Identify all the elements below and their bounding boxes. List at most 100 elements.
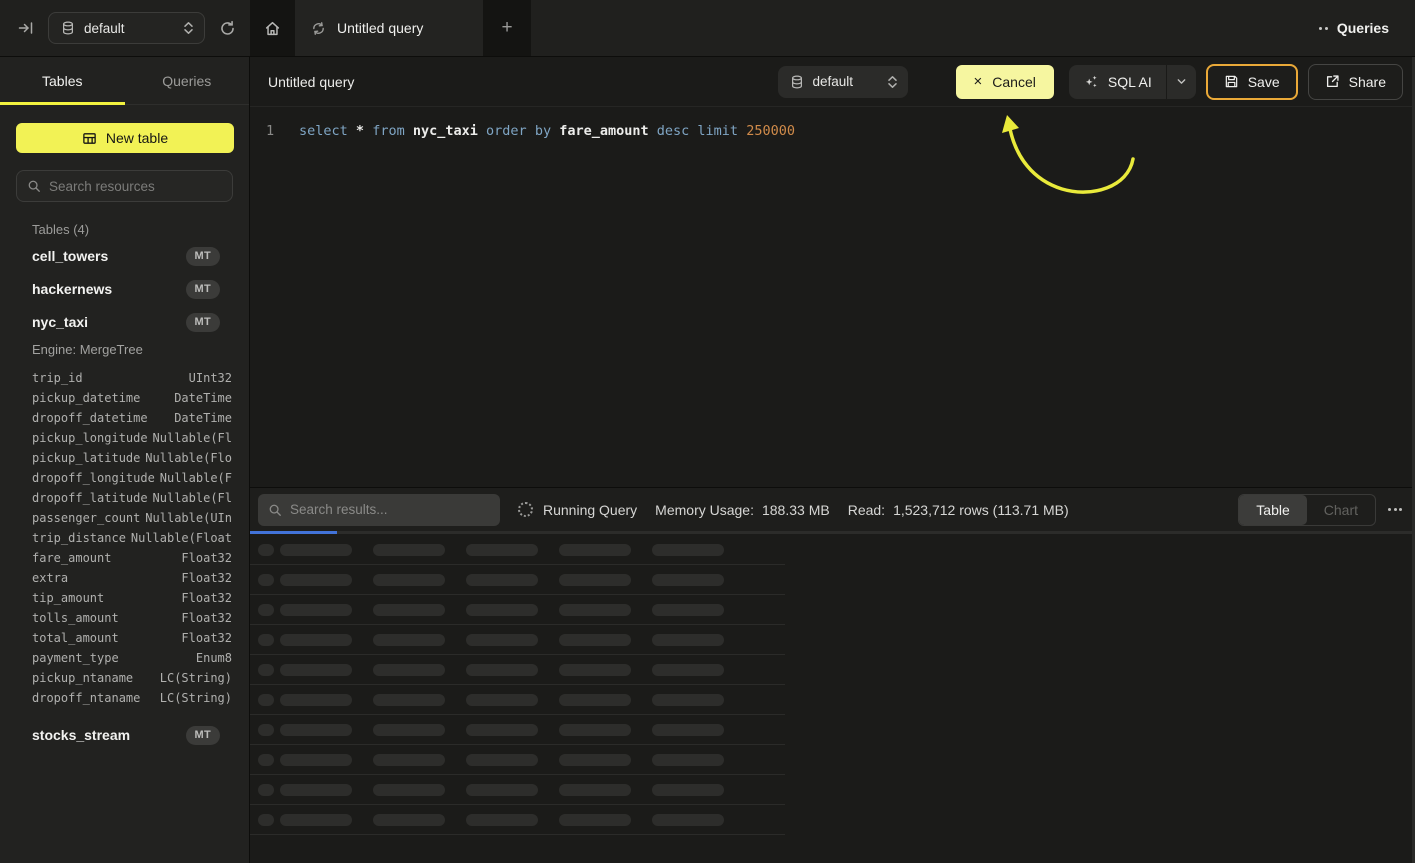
column-name: trip_distance (32, 531, 126, 545)
new-tab-button[interactable]: + (483, 0, 531, 56)
skeleton-cell (559, 814, 631, 826)
sql-token: by (535, 123, 551, 139)
topbar-database-selector[interactable]: default (48, 12, 205, 44)
column-row[interactable]: trip_distance Nullable(Float (32, 528, 232, 548)
skeleton-cell (652, 544, 724, 556)
skeleton-cell (280, 754, 352, 766)
query-database-selector[interactable]: default (778, 66, 908, 98)
memory-usage-label: Memory Usage: (655, 502, 754, 518)
column-row[interactable]: pickup_longitudeNullable(Fl (32, 428, 232, 448)
query-progress-track (250, 531, 1415, 534)
skeleton-cell (466, 574, 538, 586)
sidebar-table-cell-towers[interactable]: cell_towers MT (32, 242, 220, 270)
column-row[interactable]: trip_idUInt32 (32, 368, 232, 388)
engine-badge: MT (186, 247, 220, 266)
save-button[interactable]: Save (1206, 64, 1298, 100)
sidebar-table-stocks-stream[interactable]: stocks_stream MT (32, 721, 220, 749)
column-type: Float32 (181, 571, 232, 585)
sidebar-tab-tables[interactable]: Tables (0, 57, 125, 104)
skeleton-cell (466, 814, 538, 826)
view-toggle-table[interactable]: Table (1239, 495, 1306, 525)
column-name: passenger_count (32, 511, 140, 525)
sql-ai-main[interactable]: SQL AI (1069, 65, 1166, 99)
column-row[interactable]: fare_amountFloat32 (32, 548, 232, 568)
column-name: tip_amount (32, 591, 104, 605)
home-icon (264, 20, 281, 37)
sidebar-table-nyc-taxi[interactable]: nyc_taxi MT (32, 308, 220, 336)
column-row[interactable]: tip_amountFloat32 (32, 588, 232, 608)
skeleton-cell (466, 634, 538, 646)
column-row[interactable]: dropoff_latitudeNullable(Fl (32, 488, 232, 508)
column-row[interactable]: payment_typeEnum8 (32, 648, 232, 668)
sidebar-tab-label: Queries (162, 73, 211, 89)
sidebar-tab-queries[interactable]: Queries (125, 57, 250, 104)
skeleton-cell (652, 694, 724, 706)
column-row[interactable]: pickup_latitudeNullable(Flo (32, 448, 232, 468)
table-name: stocks_stream (32, 727, 130, 743)
save-icon (1224, 74, 1239, 89)
collapse-sidebar-icon (18, 20, 34, 36)
column-row[interactable]: dropoff_ntanameLC(String) (32, 688, 232, 708)
queries-button[interactable]: Queries (1319, 0, 1389, 56)
skeleton-cell (258, 664, 274, 676)
tab-home[interactable] (250, 0, 295, 56)
view-toggle-chart[interactable]: Chart (1307, 495, 1375, 525)
skeleton-cell (466, 604, 538, 616)
column-row[interactable]: pickup_ntanameLC(String) (32, 668, 232, 688)
column-name: dropoff_datetime (32, 411, 148, 425)
tables-section-label: Tables (4) (32, 222, 249, 237)
refresh-button[interactable] (219, 20, 236, 37)
table-name: cell_towers (32, 248, 108, 264)
new-table-button[interactable]: New table (16, 123, 234, 153)
more-options-button[interactable] (1388, 508, 1402, 511)
share-label: Share (1349, 74, 1386, 90)
search-results-input[interactable] (290, 502, 490, 517)
chevron-down-icon (1176, 76, 1187, 87)
tab-untitled-query[interactable]: Untitled query (295, 0, 483, 56)
database-icon (790, 75, 804, 89)
skeleton-cell (559, 604, 631, 616)
sql-editor-line: 1 select * from nyc_taxi order by fare_a… (250, 107, 1413, 141)
chevron-updown-icon (183, 21, 194, 35)
table-row (250, 595, 785, 625)
column-row[interactable]: extraFloat32 (32, 568, 232, 588)
sql-editor[interactable]: 1 select * from nyc_taxi order by fare_a… (250, 107, 1413, 487)
share-button[interactable]: Share (1308, 64, 1403, 100)
sidebar-table-hackernews[interactable]: hackernews MT (32, 275, 220, 303)
search-resources-input[interactable] (49, 179, 222, 194)
column-name: dropoff_ntaname (32, 691, 140, 705)
column-row[interactable]: passenger_countNullable(UIn (32, 508, 232, 528)
share-icon (1325, 74, 1340, 89)
sql-code-line: select * from nyc_taxi order by fare_amo… (299, 121, 795, 141)
sql-token: fare_amount (559, 123, 648, 139)
table-name: nyc_taxi (32, 314, 88, 330)
column-type: Nullable(Float (131, 531, 232, 545)
skeleton-cell (280, 694, 352, 706)
table-row (250, 535, 785, 565)
table-row (250, 715, 785, 745)
column-row[interactable]: tolls_amountFloat32 (32, 608, 232, 628)
results-table (250, 535, 785, 835)
table-grid-icon (82, 131, 97, 146)
table-row (250, 805, 785, 835)
top-bar: default Untitled query (0, 0, 1415, 57)
chevron-updown-icon (887, 75, 898, 89)
skeleton-cell (258, 574, 274, 586)
skeleton-cell (559, 724, 631, 736)
sql-ai-dropdown-button[interactable] (1166, 65, 1196, 99)
column-row[interactable]: pickup_datetimeDateTime (32, 388, 232, 408)
skeleton-cell (559, 664, 631, 676)
cancel-button[interactable]: × Cancel (956, 65, 1054, 99)
column-list: trip_idUInt32pickup_datetimeDateTimedrop… (32, 368, 232, 708)
column-row[interactable]: dropoff_datetimeDateTime (32, 408, 232, 428)
column-row[interactable]: total_amountFloat32 (32, 628, 232, 648)
skeleton-cell (280, 634, 352, 646)
column-row[interactable]: dropoff_longitudeNullable(F (32, 468, 232, 488)
collapse-sidebar-button[interactable] (18, 20, 34, 36)
table-row (250, 625, 785, 655)
skeleton-cell (466, 754, 538, 766)
sql-token: order (486, 123, 527, 139)
skeleton-cell (373, 724, 445, 736)
query-database-value: default (813, 74, 878, 89)
engine-badge: MT (186, 726, 220, 745)
